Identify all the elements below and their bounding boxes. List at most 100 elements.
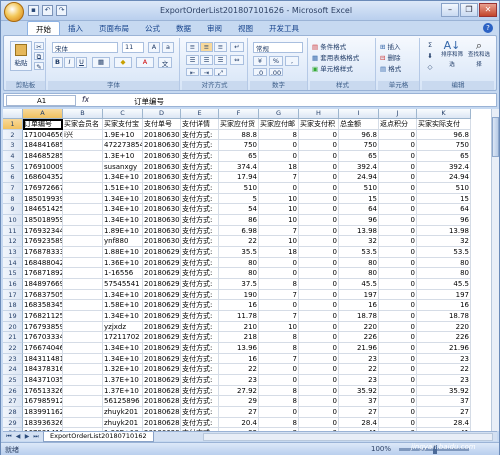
cell[interactable]: 1.89E+10 [103,225,143,237]
cell[interactable]: 1.58E+10 [103,300,143,312]
cell[interactable]: 24.94 [339,172,379,184]
cell[interactable]: 15 [339,193,379,205]
cell[interactable]: i兴 [63,129,103,141]
cell[interactable]: 184685285 [23,151,63,162]
column-header[interactable]: E [181,109,219,119]
row-header[interactable]: 24 [3,364,23,376]
cell[interactable]: 23 [417,353,471,365]
cell[interactable]: 20180630 [143,183,181,194]
cell[interactable]: 7 [259,172,299,184]
cell[interactable]: 56125896 [103,396,143,408]
cell[interactable]: 20180629 [143,375,181,386]
cell[interactable]: 0 [299,375,339,386]
cell[interactable]: 176878333 [23,247,63,258]
cell[interactable]: 8 [259,332,299,344]
cell[interactable]: 支付方式: [181,236,219,248]
cell[interactable]: 184371035 [23,375,63,386]
cell[interactable]: 220 [339,321,379,333]
cell[interactable]: 176910009 [23,161,63,173]
cell[interactable] [63,396,103,408]
row-header[interactable]: 29 [3,417,23,429]
cut-icon[interactable]: ✂ [34,42,44,51]
cell[interactable]: 20180628 [143,396,181,408]
cell[interactable]: 0 [379,151,417,162]
format-cells-button[interactable]: ▤ 格式 [380,63,418,73]
cell[interactable]: 80 [339,268,379,280]
decrease-indent-icon[interactable]: ⇤ [186,68,199,77]
cell[interactable]: 20180629 [143,364,181,376]
row-header[interactable]: 25 [3,375,23,386]
cell[interactable]: 472273854 [103,140,143,152]
cell[interactable]: 176674046 [23,343,63,354]
cell[interactable]: 0 [299,151,339,162]
cell[interactable]: 20180630 [143,140,181,152]
cell[interactable]: 0 [259,151,299,162]
cell[interactable]: 28.4 [339,417,379,429]
cell[interactable]: 1.34E+10 [103,193,143,205]
cell[interactable]: yzjxdz [103,321,143,333]
cell[interactable]: 0 [379,236,417,248]
cell[interactable]: 0 [299,407,339,418]
cell[interactable]: 0 [299,140,339,152]
cell[interactable]: 750 [219,140,259,152]
row-header[interactable]: 8 [3,193,23,205]
cell[interactable]: 0 [379,204,417,216]
cell[interactable]: 8 [259,396,299,408]
format-painter-icon[interactable]: ✎ [34,62,44,71]
clear-icon[interactable]: ◇ [424,63,436,73]
cell[interactable]: 80 [219,257,259,269]
cell[interactable]: 0 [299,215,339,226]
cell[interactable]: 0 [379,332,417,344]
orientation-icon[interactable]: ⤢ [214,68,227,77]
cell[interactable]: 支付方式: [181,375,219,386]
save-icon[interactable]: ▪ [28,5,39,16]
cell[interactable]: 支付详情 [181,119,219,130]
cell[interactable]: 18.78 [339,311,379,322]
cell[interactable]: 0 [379,385,417,397]
cell[interactable]: 176793859 [23,321,63,333]
fill-icon[interactable]: ⬇ [424,52,436,62]
office-button[interactable] [4,2,24,22]
cell[interactable]: 0 [379,407,417,418]
cell[interactable]: 10 [259,215,299,226]
cell[interactable]: 0 [259,375,299,386]
help-icon[interactable]: ? [483,23,493,33]
cell[interactable]: 20180629 [143,279,181,290]
cell[interactable]: 20180630 [143,172,181,184]
delete-cells-button[interactable]: ⊟ 删除 [380,52,418,62]
cell[interactable]: 23 [339,353,379,365]
cell[interactable]: 22 [339,364,379,376]
font-color-icon[interactable]: A [136,57,154,68]
cell[interactable]: 184378316 [23,364,63,376]
row-header[interactable]: 23 [3,353,23,365]
cell[interactable]: 171004656 [23,129,63,141]
cell[interactable]: 0 [379,300,417,312]
column-header[interactable]: C [103,109,143,119]
cell[interactable]: 168358345 [23,300,63,312]
cell[interactable]: 0 [299,300,339,312]
cell[interactable] [63,289,103,301]
tab-3[interactable]: 公式 [137,21,168,35]
cell[interactable]: 20180629 [143,311,181,322]
undo-icon[interactable]: ↶ [42,5,53,16]
cell[interactable]: 37.5 [219,279,259,290]
cell[interactable]: 0 [299,321,339,333]
border-icon[interactable]: ▦ [92,57,110,68]
cell[interactable]: 20180630 [143,215,181,226]
first-sheet-icon[interactable]: ⏮ [5,433,13,441]
row-header[interactable]: 18 [3,300,23,312]
row-header[interactable]: 15 [3,268,23,280]
cell[interactable]: 支付方式: [181,268,219,280]
cell[interactable]: 0 [259,268,299,280]
cell[interactable]: 24.94 [417,172,471,184]
phonetic-icon[interactable]: 文 [158,57,172,68]
row-header[interactable]: 20 [3,321,23,333]
tab-2[interactable]: 页面布局 [91,21,137,35]
cell[interactable]: 支付单号 [143,119,181,130]
prev-sheet-icon[interactable]: ◀ [14,433,22,441]
cell[interactable]: 190 [219,289,259,301]
cell[interactable]: 7 [259,225,299,237]
cell[interactable]: 510 [339,183,379,194]
cell[interactable]: 支付方式: [181,300,219,312]
cell[interactable]: 0 [299,236,339,248]
